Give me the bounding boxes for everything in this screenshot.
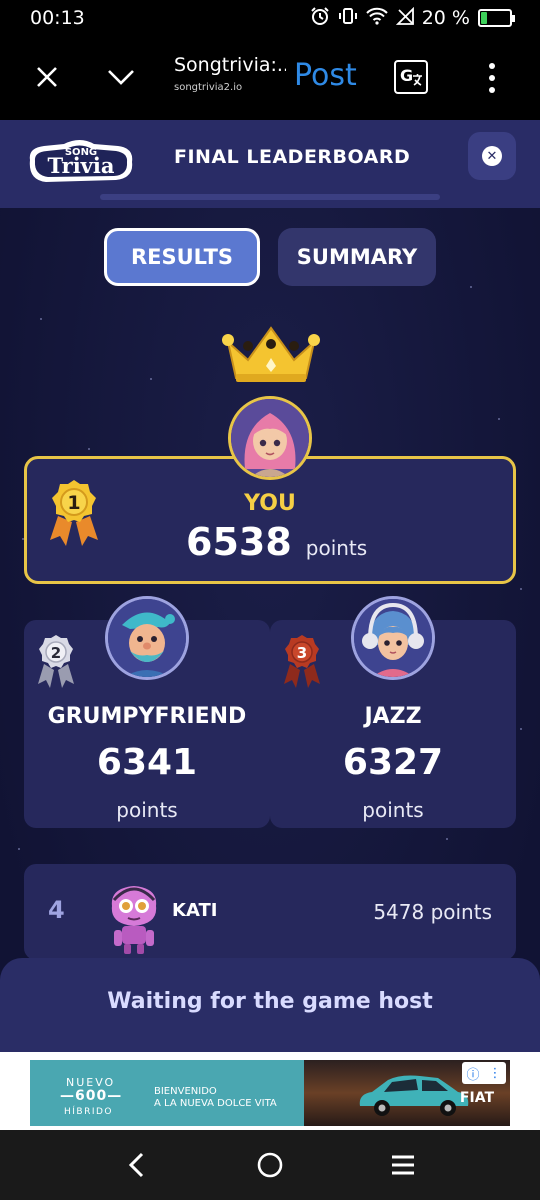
song-trivia-logo: SONG Trivia xyxy=(24,134,138,188)
post-button[interactable]: Post xyxy=(294,58,357,93)
grumpyfriend-avatar xyxy=(105,596,189,680)
header-divider xyxy=(100,194,440,200)
chevron-down-icon[interactable] xyxy=(96,52,146,102)
info-icon: ⓘ xyxy=(466,1067,480,1083)
runner-3-rank: 3 xyxy=(297,644,307,662)
runner-3-points-label: points xyxy=(362,798,424,822)
runner-2-rank: 2 xyxy=(51,644,61,662)
browser-toolbar: Songtrivia:... songtrivia2.io Post G xyxy=(0,36,540,120)
runner-3-name: JAZZ xyxy=(364,704,422,729)
rank-4-score: 5478 points xyxy=(373,900,492,924)
waiting-message: Waiting for the game host xyxy=(107,989,433,1014)
system-nav-bar xyxy=(0,1130,540,1200)
winner-score-row: 6538 points xyxy=(186,520,367,564)
wifi-icon xyxy=(366,7,388,30)
runner-2-points-label: points xyxy=(116,798,178,822)
winner-score: 6538 xyxy=(186,520,292,564)
tab-summary[interactable]: SUMMARY xyxy=(278,228,436,286)
page-url: songtrivia2.io xyxy=(174,82,243,93)
kati-avatar xyxy=(104,880,164,954)
ad-brand: FIAT xyxy=(459,1090,494,1106)
home-icon[interactable] xyxy=(250,1145,290,1185)
ad-right-panel: FIAT ⓘ ⋮ xyxy=(304,1060,510,1126)
ad-hybrid-text: HÍBRIDO xyxy=(64,1107,114,1117)
app-header: SONG Trivia FINAL LEADERBOARD ✕ xyxy=(0,120,540,208)
alarm-icon xyxy=(310,6,330,31)
car-image xyxy=(359,1075,469,1116)
ad-tagline-line-2: A LA NUEVA DOLCE VITA xyxy=(154,1098,277,1109)
rank-4-name: KATI xyxy=(172,900,218,921)
close-icon[interactable] xyxy=(22,52,72,102)
back-icon[interactable] xyxy=(117,1145,157,1185)
rank-4-number: 4 xyxy=(48,896,65,924)
crown-icon xyxy=(222,326,320,382)
ad-tagline-line-1: BIENVENIDO xyxy=(154,1086,217,1097)
jazz-avatar xyxy=(351,596,435,680)
battery-icon xyxy=(478,9,515,27)
header-title: FINAL LEADERBOARD xyxy=(174,146,411,168)
winner-name: YOU xyxy=(244,491,296,516)
status-bar: 00:13 20 % xyxy=(0,0,540,36)
ad-info-icon[interactable]: ⓘ ⋮ xyxy=(462,1062,506,1084)
leaderboard-content: RESULTS SUMMARY 1 YOU 6538 points 2 3 GR… xyxy=(0,208,540,1130)
close-icon: ✕ xyxy=(482,146,502,166)
logo-bottom-text: Trivia xyxy=(48,153,115,178)
more-vert-icon[interactable] xyxy=(478,60,506,96)
ad-banner[interactable]: NUEVO —600— HÍBRIDO BIENVENIDO A LA NUEV… xyxy=(30,1060,510,1126)
status-icons: 20 % xyxy=(310,6,515,31)
silver-medal-icon: 2 xyxy=(38,635,74,688)
ad-model-text: —600— xyxy=(60,1088,123,1104)
close-leaderboard-button[interactable]: ✕ xyxy=(468,132,516,180)
runner-2-score: 6341 xyxy=(96,742,198,783)
tab-results[interactable]: RESULTS xyxy=(104,228,260,286)
bronze-medal-icon: 3 xyxy=(284,635,320,688)
runner-3-score: 6327 xyxy=(342,742,444,783)
battery-level xyxy=(481,12,487,24)
no-signal-icon xyxy=(395,6,414,30)
winner-points-label: points xyxy=(305,536,368,560)
status-time: 00:13 xyxy=(30,7,85,29)
winner-avatar xyxy=(228,396,312,480)
translate-icon[interactable]: G xyxy=(394,60,428,94)
battery-percent: 20 % xyxy=(421,7,470,29)
svg-text:G: G xyxy=(400,66,413,85)
recents-menu-icon[interactable] xyxy=(383,1145,423,1185)
page-title: Songtrivia:... xyxy=(174,54,286,76)
page-title-block[interactable]: Songtrivia:... songtrivia2.io xyxy=(174,54,286,93)
more-vert-icon: ⋮ xyxy=(488,1065,502,1081)
ad-model-number: 600 xyxy=(75,1088,108,1104)
ad-left-panel: NUEVO —600— HÍBRIDO BIENVENIDO A LA NUEV… xyxy=(30,1060,304,1126)
ad-tagline: BIENVENIDO A LA NUEVA DOLCE VITA xyxy=(154,1086,294,1110)
runner-2-name: GRUMPYFRIEND xyxy=(47,704,247,729)
vibrate-icon xyxy=(338,6,358,31)
